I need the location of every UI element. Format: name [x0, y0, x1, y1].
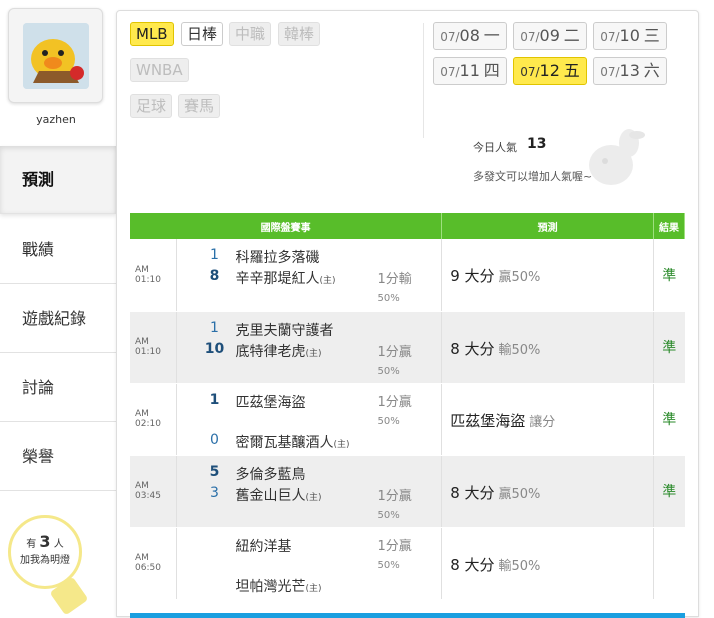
prediction-pick: 9 大分 贏50% [450, 267, 541, 285]
avatar [23, 23, 89, 89]
tab-kbo[interactable]: 韓棒 [278, 22, 321, 46]
table-row[interactable]: AM 06:50 紐約洋基 坦帕灣光芒(主) 1分贏 50% 8 大分 輸50% [130, 527, 685, 600]
game-time: AM 01:10 [130, 311, 178, 384]
prediction-pick: 8 大分 輸50% [450, 339, 541, 358]
table-row[interactable]: AM 01:10 1 8 科羅拉多落磯 辛辛那堤紅人(主) 1分輸 50% 9 大… [130, 239, 685, 312]
away-score: 1 [210, 319, 219, 336]
popularity-label: 今日人氣 [473, 141, 517, 154]
away-team: 匹茲堡海盜 [235, 394, 306, 411]
result-badge [653, 527, 685, 600]
away-team: 紐約洋基 [235, 538, 292, 555]
game-time: AM 03:45 [130, 455, 178, 528]
away-score: 5 [209, 463, 220, 480]
home-score: 10 [204, 340, 225, 357]
main-panel: MLB 日棒 中職 韓棒 WNBA 足球 賽馬 07/08 一 07/09 二 … [116, 10, 699, 618]
likes-caption: 加我為明燈 [20, 555, 70, 566]
home-team: 底特律老虎(主) [235, 343, 322, 360]
game-cell: 紐約洋基 坦帕灣光芒(主) 1分贏 50% [176, 527, 443, 600]
tab-soccer[interactable]: 足球 [130, 94, 173, 118]
away-team: 克里夫蘭守護者 [235, 322, 334, 339]
game-cell: 1 0 匹茲堡海盜 密爾瓦基釀酒人(主) 1分贏 50% [176, 383, 443, 456]
home-team: 坦帕灣光芒(主) [235, 578, 322, 595]
away-score: 1 [209, 391, 220, 408]
spread-line: 1分贏 50% [377, 394, 412, 427]
home-team: 辛辛那堤紅人(主) [235, 271, 336, 287]
tab-npb[interactable]: 日棒 [181, 22, 224, 46]
game-time: AM 02:10 [130, 383, 178, 456]
popularity-value: 13 [527, 136, 547, 152]
date-0708[interactable]: 07/08 一 [433, 22, 507, 50]
header-game: 國際盤賽事 [130, 213, 443, 239]
home-team: 舊金山巨人(主) [235, 487, 322, 504]
nav-predictions[interactable]: 預測 [0, 146, 116, 214]
result-badge: 準 [653, 311, 685, 384]
game-time: AM 01:10 [130, 239, 178, 312]
divider [423, 23, 424, 138]
table-row[interactable]: AM 01:10 1 10 克里夫蘭守護者 底特律老虎(主) 1分贏 50% 8 … [130, 311, 685, 384]
date-0711[interactable]: 07/11 四 [433, 57, 507, 85]
lightbulb-badge[interactable]: 有 3 人 加我為明燈 [8, 515, 82, 589]
tab-cpbl[interactable]: 中職 [229, 22, 272, 46]
prediction-pick: 8 大分 贏50% [450, 483, 541, 502]
home-score: 0 [210, 431, 219, 448]
game-cell: 1 8 科羅拉多落磯 辛辛那堤紅人(主) 1分輸 50% [176, 239, 443, 312]
spread-line: 1分贏 50% [377, 488, 412, 521]
nav-record[interactable]: 戰績 [0, 216, 116, 284]
nav-game-log[interactable]: 遊戲紀錄 [0, 285, 116, 353]
game-time: AM 06:50 [130, 527, 178, 600]
away-score: 1 [210, 247, 219, 263]
prediction-cell: 匹茲堡海盜 讓分 [441, 383, 654, 456]
date-0709[interactable]: 07/09 二 [513, 22, 587, 50]
mascot-watermark-icon [589, 129, 645, 185]
prediction-cell: 8 大分 輸50% [441, 527, 654, 600]
result-badge: 準 [653, 383, 685, 456]
date-0712[interactable]: 07/12 五 [513, 57, 587, 85]
prediction-pick: 8 大分 輸50% [450, 555, 541, 574]
game-cell: 5 3 多倫多藍鳥 舊金山巨人(主) 1分贏 50% [176, 455, 443, 528]
home-score: 8 [209, 268, 220, 284]
table-row[interactable]: AM 02:10 1 0 匹茲堡海盜 密爾瓦基釀酒人(主) 1分贏 50% 匹茲堡… [130, 383, 685, 456]
prediction-cell: 8 大分 贏50% [441, 455, 654, 528]
result-badge: 準 [653, 455, 685, 528]
home-team: 密爾瓦基釀酒人(主) [235, 434, 350, 451]
tab-horse-racing[interactable]: 賽馬 [178, 94, 221, 118]
avatar-frame[interactable] [8, 8, 103, 103]
date-0713[interactable]: 07/13 六 [593, 57, 667, 85]
sidebar: yazhen 預測 戰績 遊戲紀錄 討論 榮譽 有 3 人 加我為明燈 [0, 0, 116, 617]
spread-line: 1分贏 50% [377, 344, 412, 377]
predictions-table: 國際盤賽事 預測 結果 AM 01:10 1 8 科羅拉多落磯 辛辛那堤紅人(主… [130, 213, 685, 600]
header-prediction: 預測 [441, 213, 654, 239]
header-result: 結果 [653, 213, 685, 239]
tab-wnba[interactable]: WNBA [130, 58, 189, 82]
nav-honors[interactable]: 榮譽 [0, 423, 116, 491]
prediction-pick: 匹茲堡海盜 讓分 [450, 411, 556, 430]
prediction-cell: 9 大分 贏50% [441, 239, 654, 312]
home-score: 3 [210, 484, 219, 501]
game-cell: 1 10 克里夫蘭守護者 底特律老虎(主) 1分贏 50% [176, 311, 443, 384]
date-0710[interactable]: 07/10 三 [593, 22, 667, 50]
username: yazhen [36, 113, 76, 126]
likes-count: 有 3 人 [26, 532, 64, 551]
tab-mlb[interactable]: MLB [130, 22, 174, 46]
away-team: 多倫多藍鳥 [235, 466, 306, 483]
result-badge: 準 [653, 239, 685, 312]
prediction-cell: 8 大分 輸50% [441, 311, 654, 384]
spread-line: 1分輸 50% [377, 272, 412, 304]
spread-line: 1分贏 50% [377, 538, 412, 571]
nav-discussion[interactable]: 討論 [0, 354, 116, 422]
table-row[interactable]: AM 03:45 5 3 多倫多藍鳥 舊金山巨人(主) 1分贏 50% 8 大分贏… [130, 455, 685, 528]
table-footer-bar [130, 613, 685, 618]
away-team: 科羅拉多落磯 [235, 250, 320, 266]
